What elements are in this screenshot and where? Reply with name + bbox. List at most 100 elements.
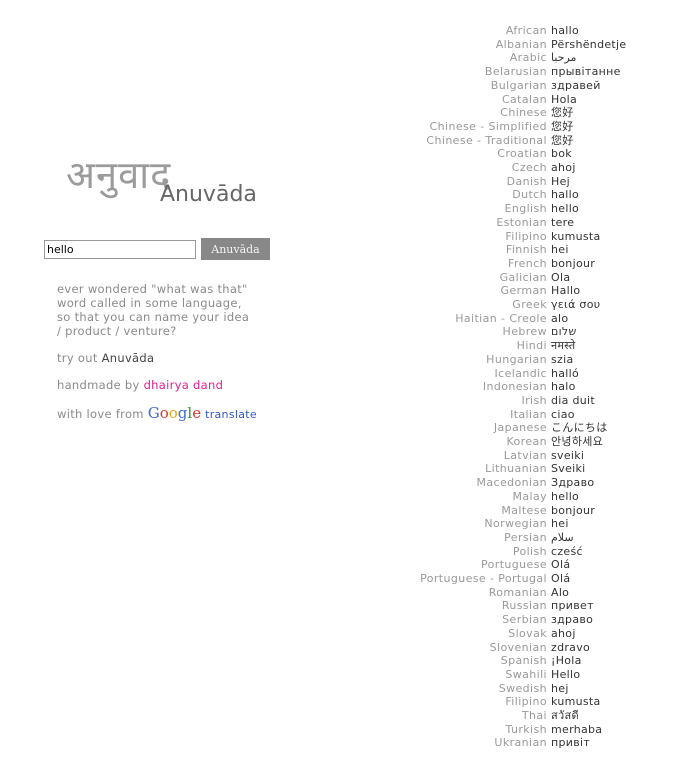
language-name: Russian bbox=[501, 599, 547, 613]
translated-word: Hello bbox=[551, 667, 581, 681]
translated-word: kumusta bbox=[551, 229, 601, 243]
language-name: Bulgarian bbox=[490, 78, 547, 92]
translated-word: Здраво bbox=[551, 476, 595, 490]
language-name: Portuguese - Portugal bbox=[420, 572, 547, 585]
language-name: English bbox=[504, 202, 547, 216]
translation-row: Slovak ahoj bbox=[0, 627, 694, 641]
language-name: French bbox=[508, 256, 547, 270]
translation-row: Greek γειά σου bbox=[0, 298, 694, 312]
translated-word: merhaba bbox=[551, 722, 603, 736]
language-name: Haitian - Creole bbox=[455, 311, 547, 325]
translation-row: Arabic مرحبا bbox=[0, 51, 694, 65]
language-name: Galician bbox=[499, 270, 547, 284]
language-name: Filipino bbox=[505, 229, 547, 243]
language-name: Slovenian bbox=[489, 640, 547, 654]
translated-word: kumusta bbox=[551, 695, 601, 709]
language-name: Catalan bbox=[501, 92, 547, 106]
translated-word: hei bbox=[551, 517, 569, 531]
language-name: Indonesian bbox=[482, 380, 547, 394]
language-name: Macedonian bbox=[476, 476, 547, 490]
translated-word: dia duit bbox=[551, 393, 595, 407]
language-name: Estonian bbox=[496, 215, 547, 229]
translation-row: Dutch hallo bbox=[0, 188, 694, 202]
translated-word: Alo bbox=[551, 585, 570, 599]
translated-word: szia bbox=[551, 352, 574, 366]
language-name: Norwegian bbox=[484, 517, 547, 531]
translation-row: Spanish ¡Hola bbox=[0, 654, 694, 668]
translation-row: French bonjour bbox=[0, 257, 694, 271]
translation-row: Hindi नमस्ते bbox=[0, 339, 694, 353]
language-name: Korean bbox=[506, 435, 547, 448]
language-name: Polish bbox=[512, 544, 547, 558]
translation-row: Chinese - Traditional 您好 bbox=[0, 134, 694, 148]
translated-word: привіт bbox=[551, 736, 591, 750]
language-name: Romanian bbox=[488, 585, 547, 599]
translated-word: hei bbox=[551, 243, 569, 257]
language-name: Belarusian bbox=[484, 65, 547, 79]
translation-row: Malay hello bbox=[0, 490, 694, 504]
translated-word: สวัสดี bbox=[551, 709, 579, 722]
translation-row: Icelandic halló bbox=[0, 367, 694, 381]
translated-word: прывітанне bbox=[551, 65, 621, 79]
translated-word: Sveiki bbox=[551, 462, 586, 476]
translated-word: مرحبا bbox=[551, 51, 577, 65]
language-name: Malay bbox=[512, 489, 547, 503]
translation-row: Latvian sveiki bbox=[0, 449, 694, 463]
language-name: Slovak bbox=[508, 626, 547, 640]
translated-word: ciao bbox=[551, 407, 575, 421]
language-name: Persian bbox=[504, 530, 547, 544]
translated-word: tere bbox=[551, 215, 575, 229]
translation-row: Hungarian szia bbox=[0, 353, 694, 367]
translated-word: שלום bbox=[551, 325, 577, 339]
language-name: Swedish bbox=[498, 681, 547, 695]
language-name: Dutch bbox=[512, 188, 547, 202]
translated-word: hallo bbox=[551, 24, 580, 37]
language-name: Thai bbox=[521, 709, 547, 722]
translated-word: Përshëndetje bbox=[551, 37, 627, 51]
translated-word: bonjour bbox=[551, 503, 596, 517]
translation-row: Polish cześć bbox=[0, 545, 694, 559]
translated-word: Olá bbox=[551, 558, 571, 572]
language-name: Hindi bbox=[516, 339, 547, 353]
translation-row: Chinese 您好 bbox=[0, 106, 694, 120]
translation-row: Slovenian zdravo bbox=[0, 641, 694, 655]
translated-word: halo bbox=[551, 380, 576, 394]
translation-row: Filipino kumusta bbox=[0, 230, 694, 244]
language-name: Chinese bbox=[500, 106, 547, 120]
language-name: Swahili bbox=[505, 667, 547, 681]
translated-word: bonjour bbox=[551, 256, 596, 270]
translation-row: Albanian Përshëndetje bbox=[0, 38, 694, 52]
translated-word: Hej bbox=[551, 174, 570, 188]
translated-word: 您好 bbox=[551, 106, 574, 120]
translation-row: Czech ahoj bbox=[0, 161, 694, 175]
translation-row: Filipino kumusta bbox=[0, 695, 694, 709]
translated-word: 您好 bbox=[551, 119, 574, 133]
translation-row: Macedonian Здраво bbox=[0, 476, 694, 490]
language-name: Danish bbox=[506, 174, 547, 188]
translation-row: Maltese bonjour bbox=[0, 504, 694, 518]
translation-row: Turkish merhaba bbox=[0, 723, 694, 737]
translated-word: hello bbox=[551, 489, 580, 503]
translation-row: Bulgarian здравей bbox=[0, 79, 694, 93]
translated-word: sveiki bbox=[551, 448, 585, 462]
translation-row: Finnish hei bbox=[0, 243, 694, 257]
translation-row: Norwegian hei bbox=[0, 517, 694, 531]
translation-row: Serbian здраво bbox=[0, 613, 694, 627]
translation-row: Romanian Alo bbox=[0, 586, 694, 600]
translation-row: Thai สวัสดี bbox=[0, 709, 694, 723]
language-name: Japanese bbox=[493, 421, 547, 435]
translation-row: Japanese こんにちは bbox=[0, 421, 694, 435]
translated-word: привет bbox=[551, 599, 594, 613]
translated-word: Hola bbox=[551, 92, 577, 106]
language-name: Portuguese bbox=[481, 558, 547, 572]
translation-row: Korean 안녕하세요 bbox=[0, 435, 694, 449]
translated-word: 안녕하세요 bbox=[551, 435, 604, 448]
language-name: Croatian bbox=[497, 147, 547, 161]
translation-row: Italian ciao bbox=[0, 408, 694, 422]
translation-row: Irish dia duit bbox=[0, 394, 694, 408]
translation-row: African hallo bbox=[0, 24, 694, 38]
translation-row: Swahili Hello bbox=[0, 668, 694, 682]
language-name: Latvian bbox=[503, 448, 547, 462]
language-name: Chinese - Traditional bbox=[426, 133, 547, 147]
translated-word: नमस्ते bbox=[551, 339, 576, 353]
